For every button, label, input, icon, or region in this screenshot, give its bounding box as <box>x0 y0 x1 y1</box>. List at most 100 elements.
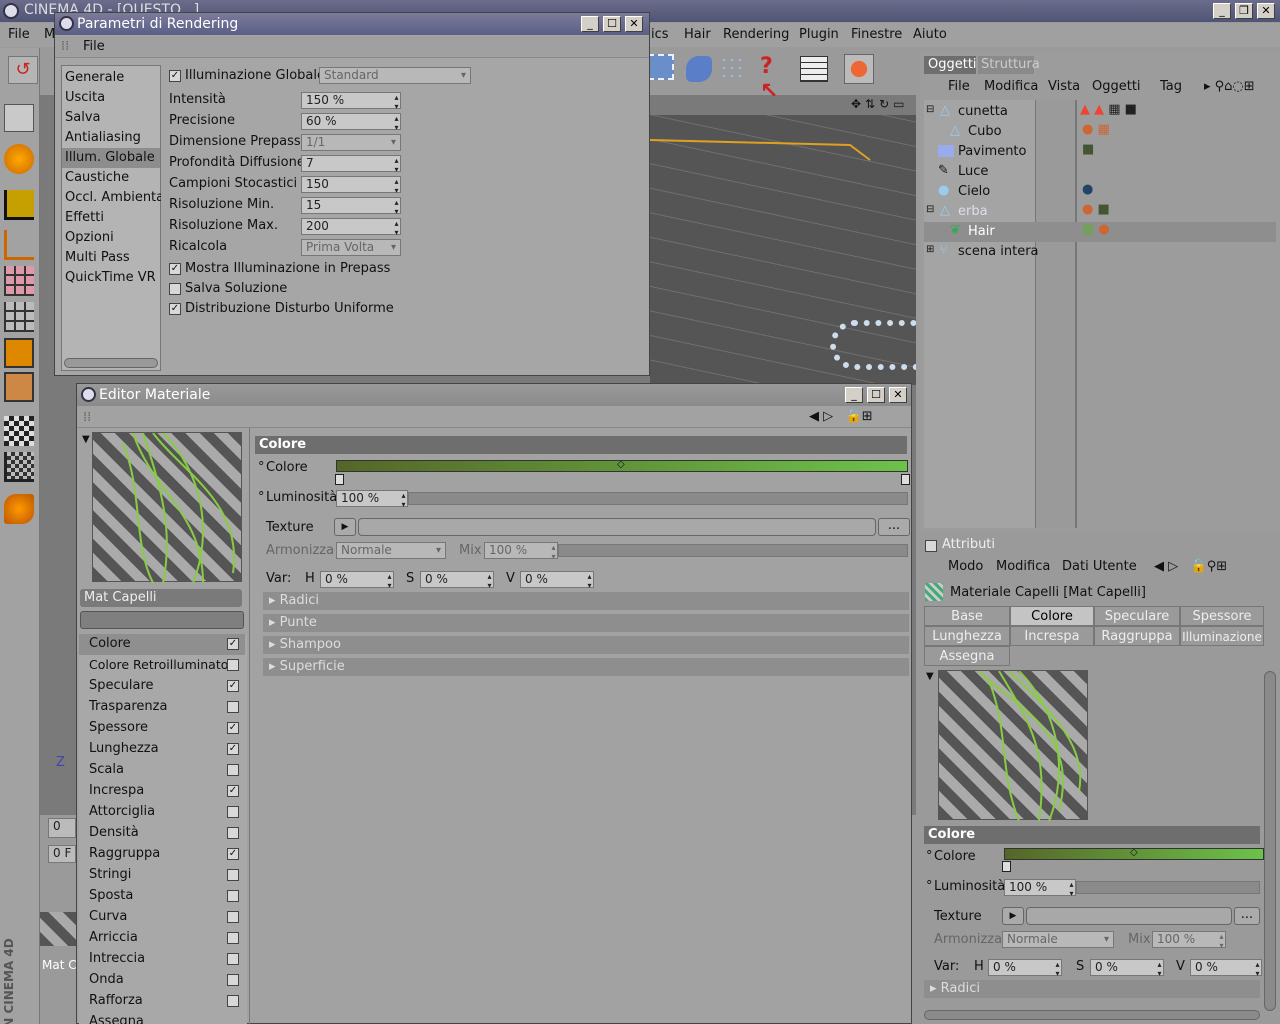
material-texture-browse-button[interactable]: ... <box>878 518 910 536</box>
object-row-cubo[interactable]: △ Cubo ● ▦ <box>924 122 1276 142</box>
material-gradient-end-handle[interactable] <box>901 474 910 485</box>
material-mix-slider[interactable] <box>558 544 908 557</box>
axis-icon[interactable] <box>4 230 34 260</box>
app-restore-button[interactable]: ❐ <box>1235 3 1253 19</box>
channel-checkbox[interactable] <box>227 869 239 881</box>
objects-menu-oggetti[interactable]: Oggetti <box>1092 76 1141 98</box>
attr-tab-colore[interactable]: Colore <box>1010 606 1094 626</box>
render-close-button[interactable]: ✕ <box>625 16 643 32</box>
channel-checkbox[interactable] <box>227 932 239 944</box>
app-close-button[interactable]: ✕ <box>1257 3 1275 19</box>
attr-tab-base[interactable]: Base <box>924 606 1010 626</box>
menu-graphics[interactable]: ics <box>651 23 669 47</box>
object-label-hair[interactable]: Hair <box>968 224 995 239</box>
channel-checkbox[interactable] <box>227 806 239 818</box>
objects-tab[interactable]: Oggetti <box>924 56 977 74</box>
menu-file[interactable]: File <box>8 23 30 47</box>
nav-effetti[interactable]: Effetti <box>65 210 104 225</box>
expand-icon-erba[interactable]: ⊟ <box>926 204 934 215</box>
help-icon[interactable]: ?↖ <box>760 54 790 104</box>
workplane-icon[interactable] <box>4 452 34 482</box>
attr-group-radici[interactable]: ▸ Radici <box>924 980 1260 998</box>
attr-tab-increspa[interactable]: Increspa <box>1010 626 1094 646</box>
objects-menu-file[interactable]: File <box>948 76 970 98</box>
move-axis-icon[interactable] <box>4 190 34 220</box>
attr-collapse-icon[interactable]: ▼ <box>926 671 934 682</box>
texture-mode-icon[interactable] <box>4 416 34 446</box>
material-s-field[interactable]: 0 % <box>420 571 494 590</box>
nav-generale[interactable]: Generale <box>65 70 124 85</box>
intensita-field[interactable]: 150 % <box>301 92 401 111</box>
material-mix-field[interactable]: 100 % <box>484 542 558 561</box>
material-close-button[interactable]: ✕ <box>889 387 907 403</box>
material-luminosita-slider[interactable] <box>408 492 908 505</box>
channel-row-onda[interactable]: Onda <box>79 970 245 991</box>
attr-texture-browse-button[interactable]: ... <box>1234 907 1260 925</box>
objects-menu-modifica[interactable]: Modifica <box>984 76 1038 98</box>
channel-row-assegna[interactable]: Assegna <box>79 1012 245 1024</box>
deform-icon[interactable] <box>686 56 712 82</box>
edges-mode-icon[interactable] <box>4 302 34 332</box>
points-mode-icon[interactable] <box>4 266 34 296</box>
channel-row-curva[interactable]: Curva <box>79 907 245 928</box>
material-collapse-icon[interactable]: ▼ <box>82 434 90 445</box>
material-preview[interactable] <box>92 432 242 584</box>
attr-tab-assegna[interactable]: Assegna <box>924 646 1010 666</box>
attributes-header-checkbox[interactable] <box>925 540 937 552</box>
nav-multi-pass[interactable]: Multi Pass <box>65 250 130 265</box>
material-group-punte[interactable]: ▸ Punte <box>263 614 909 632</box>
material-luminosita-field[interactable]: 100 % <box>336 490 408 509</box>
object-row-erba[interactable]: ⊟ △ erba ● ■ <box>924 202 1276 222</box>
mostra-illuminazione-checkbox[interactable]: ✓ <box>169 263 181 275</box>
render-globe-icon[interactable] <box>844 54 874 84</box>
distribuzione-disturbo-checkbox[interactable]: ✓ <box>169 303 181 315</box>
structure-tab[interactable]: Struttura <box>978 56 1040 74</box>
expand-icon-scena[interactable]: ⊞ <box>926 244 934 255</box>
attr-tab-raggruppa[interactable]: Raggruppa <box>1094 626 1180 646</box>
material-h-field[interactable]: 0 % <box>320 571 394 590</box>
channel-checkbox[interactable] <box>227 974 239 986</box>
gi-mode-select[interactable]: Standard <box>319 67 471 84</box>
material-gradient-start-handle[interactable] <box>335 474 344 485</box>
expand-icon[interactable]: ⊟ <box>926 104 934 115</box>
channel-row-colore-retroilluminato[interactable]: Colore Retroilluminato <box>79 655 245 676</box>
campioni-stocastici-field[interactable]: 150 <box>301 176 401 195</box>
mini-material-preview[interactable] <box>40 912 76 946</box>
fullscreen-icon[interactable] <box>648 54 674 80</box>
object-row-scena-intera[interactable]: ⊞ ⑂ scena intera <box>924 242 1276 262</box>
attr-h-field[interactable]: 0 % <box>988 959 1062 978</box>
material-group-shampoo[interactable]: ▸ Shampoo <box>263 636 909 654</box>
nav-opzioni[interactable]: Opzioni <box>65 230 114 245</box>
menu-aiuto[interactable]: Aiuto <box>913 23 947 47</box>
channel-row-raggruppa[interactable]: Raggruppa ✓ <box>79 844 245 865</box>
attr-armonizza-select[interactable]: Normale <box>1002 931 1114 948</box>
attr-tab-illuminazione[interactable]: Illuminazione <box>1180 626 1264 646</box>
channel-row-speculare[interactable]: Speculare ✓ <box>79 676 245 697</box>
coord-field-2[interactable]: 0 F <box>48 845 76 863</box>
render-maximize-button[interactable]: ☐ <box>603 16 621 32</box>
channel-checkbox[interactable] <box>227 911 239 923</box>
attr-v-field[interactable]: 0 % <box>1190 959 1262 978</box>
undo-icon[interactable]: ↺ <box>8 56 38 84</box>
channel-checkbox[interactable]: ✓ <box>227 638 239 650</box>
risoluzione-min-field[interactable]: 15 <box>301 197 401 216</box>
material-gradient-knot[interactable]: ◇ <box>617 459 625 470</box>
render-minimize-button[interactable]: _ <box>581 16 599 32</box>
channel-checkbox[interactable]: ✓ <box>227 743 239 755</box>
channel-row-increspa[interactable]: Increspa ✓ <box>79 781 245 802</box>
channel-row-scala[interactable]: Scala <box>79 760 245 781</box>
particles-icon[interactable] <box>720 56 746 82</box>
object-label-erba[interactable]: erba <box>958 204 988 219</box>
channel-row-colore[interactable]: Colore ✓ <box>79 634 245 655</box>
objects-menu-tag[interactable]: Tag <box>1160 76 1182 98</box>
paint-icon[interactable] <box>4 494 34 524</box>
channel-row-arriccia[interactable]: Arriccia <box>79 928 245 949</box>
precisione-field[interactable]: 60 % <box>301 113 401 132</box>
view-layout-icon[interactable] <box>4 104 34 132</box>
channel-checkbox[interactable] <box>227 953 239 965</box>
object-row-cielo[interactable]: ● Cielo ● <box>924 182 1276 202</box>
profondita-diffusione-field[interactable]: 7 <box>301 155 401 174</box>
attr-luminosita-slider[interactable] <box>1076 881 1260 894</box>
object-label-cielo[interactable]: Cielo <box>958 184 990 199</box>
channel-row-densita[interactable]: Densità <box>79 823 245 844</box>
